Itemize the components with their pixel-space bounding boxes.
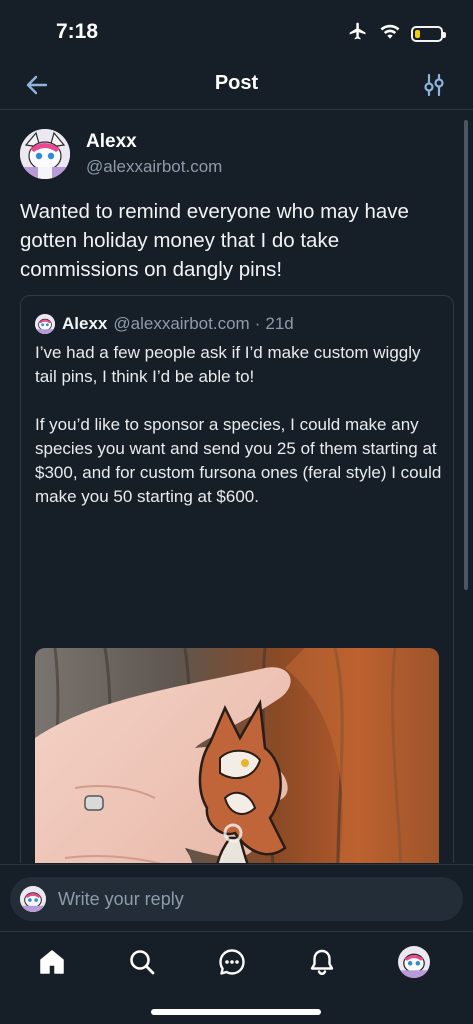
quoted-author-name: Alexx <box>62 314 108 333</box>
status-icons <box>347 21 446 46</box>
quoted-post-header: Alexx @alexxairbot.com · 21d <box>35 314 294 334</box>
wifi-icon <box>379 22 401 45</box>
author-text: Alexx @alexxairbot.com <box>86 130 222 178</box>
home-icon <box>37 947 67 982</box>
battery-icon <box>411 25 446 42</box>
reply-bar: Write your reply <box>0 864 473 930</box>
battery-level-fill <box>415 29 420 38</box>
tab-search[interactable] <box>124 946 160 982</box>
chat-icon <box>217 947 247 982</box>
author-handle[interactable]: @alexxairbot.com <box>86 156 222 178</box>
bell-icon <box>307 947 337 982</box>
status-time: 7:18 <box>56 20 99 43</box>
quoted-meta-separator: · <box>254 314 261 333</box>
profile-avatar <box>398 945 430 983</box>
reply-user-avatar <box>20 886 46 912</box>
airplane-icon <box>347 21 369 46</box>
tab-profile[interactable] <box>396 945 432 983</box>
search-icon <box>127 947 157 982</box>
reply-placeholder: Write your reply <box>58 888 184 909</box>
reply-input[interactable]: Write your reply <box>10 877 463 921</box>
quoted-paragraph: I’ve had a few people ask if I’d make cu… <box>35 343 421 386</box>
quoted-post[interactable]: Alexx @alexxairbot.com · 21d I’ve had a … <box>20 295 454 863</box>
post-header: Post <box>0 60 473 110</box>
home-indicator <box>151 1009 321 1015</box>
quoted-author-handle: @alexxairbot.com <box>113 314 250 333</box>
tab-home[interactable] <box>34 946 70 982</box>
tab-notifications[interactable] <box>304 946 340 982</box>
thread-settings-button[interactable] <box>419 70 449 100</box>
quoted-author-avatar <box>35 314 55 334</box>
quoted-post-image[interactable] <box>35 648 439 863</box>
tab-chat[interactable] <box>214 946 250 982</box>
author-display-name[interactable]: Alexx <box>86 130 222 154</box>
quoted-post-age: 21d <box>265 314 294 333</box>
post-thread: Alexx @alexxairbot.com Wanted to remind … <box>0 111 473 863</box>
scrollbar[interactable] <box>464 120 468 590</box>
post-author-row[interactable]: Alexx @alexxairbot.com <box>20 129 222 179</box>
status-bar: 7:18 <box>0 0 473 60</box>
post-body-text: Wanted to remind everyone who may have g… <box>20 200 409 281</box>
filter-sliders-icon <box>419 73 449 104</box>
bottom-tab-bar <box>0 931 473 1024</box>
author-avatar[interactable] <box>20 129 70 179</box>
quoted-post-text: I’ve had a few people ask if I’d make cu… <box>35 341 445 509</box>
quoted-paragraph: If you’d like to sponsor a species, I co… <box>35 415 442 506</box>
page-title: Post <box>214 72 259 94</box>
